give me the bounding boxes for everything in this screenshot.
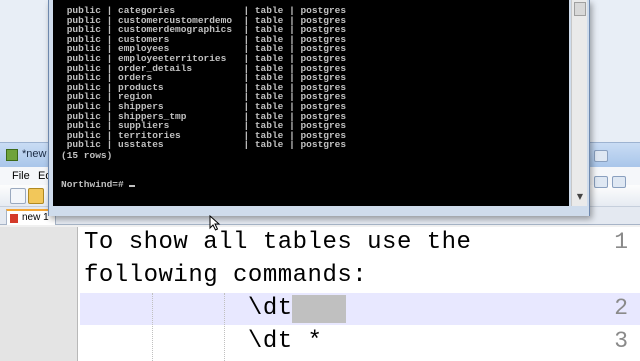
mouse-pointer-icon — [209, 215, 221, 231]
table-row: public | usstates | table | postgres — [61, 140, 346, 150]
tab-label: new 1 — [22, 212, 49, 223]
code-line: \dt — [84, 295, 293, 322]
editor-text-area[interactable]: 1 To show all tables use the following c… — [0, 227, 640, 361]
prompt-text: Northwind=# — [61, 179, 130, 190]
editor-window-title: *new — [22, 148, 47, 160]
psql-prompt: Northwind=# — [61, 179, 136, 190]
scroll-down-arrow-icon[interactable]: ▼ — [574, 190, 586, 204]
scrollbar-thumb[interactable] — [574, 2, 586, 16]
selection-highlight — [292, 295, 346, 323]
cell-type: table — [249, 139, 290, 151]
line-number: 1 — [614, 229, 628, 255]
code-line: To show all tables use the — [84, 229, 472, 256]
code-line: \dt * — [84, 328, 323, 355]
notepad-app-icon — [6, 149, 18, 161]
cell-name: usstates — [112, 139, 244, 151]
open-file-icon[interactable] — [28, 188, 44, 204]
scroll-right-button[interactable] — [594, 176, 608, 188]
line-number-gutter — [0, 227, 78, 361]
line-number: 3 — [614, 328, 628, 354]
line-number: 2 — [614, 295, 628, 321]
menu-file[interactable]: File — [12, 170, 30, 182]
console-frame-bottom — [49, 206, 589, 216]
new-file-icon[interactable] — [10, 188, 26, 204]
code-line: following commands: — [84, 262, 368, 289]
cell-schema: public — [61, 139, 107, 151]
row-count: (15 rows) — [61, 150, 113, 161]
text-cursor — [129, 185, 136, 187]
restore-button[interactable] — [594, 150, 608, 162]
psql-console-window[interactable]: public | categories | table | postgres p… — [48, 0, 590, 216]
console-scrollbar[interactable]: ▼ — [571, 0, 587, 206]
console-screen[interactable]: public | categories | table | postgres p… — [53, 0, 569, 206]
cell-owner: postgres — [294, 139, 347, 151]
unsaved-file-icon — [10, 214, 18, 223]
close-doc-button[interactable] — [612, 176, 626, 188]
window-side-controls — [594, 148, 640, 198]
